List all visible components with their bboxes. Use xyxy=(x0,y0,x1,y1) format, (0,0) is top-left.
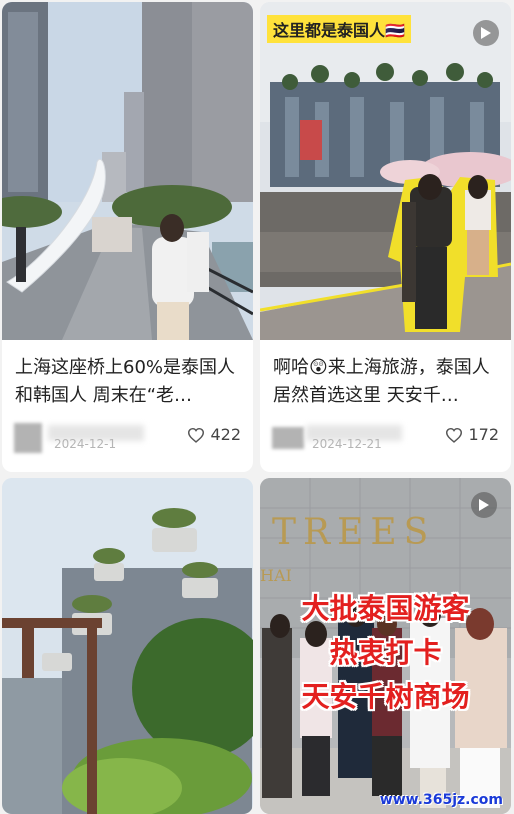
play-icon xyxy=(481,27,491,39)
mall-sign-subtext: HAI xyxy=(260,566,292,585)
mall-sign-text: TREES xyxy=(272,512,436,553)
note-cover-image-bridge[interactable] xyxy=(2,2,253,340)
cover-caption-line-3: 天安千树商场 xyxy=(301,680,470,713)
like-button[interactable]: 172 xyxy=(445,425,499,444)
note-title[interactable]: 上海这座桥上60%是泰国人和韩国人 周末在“老… xyxy=(15,354,243,410)
note-date: 2024-12-1 xyxy=(54,437,117,451)
note-card-3[interactable] xyxy=(2,478,253,814)
like-count: 422 xyxy=(210,425,241,444)
note-card-4[interactable]: TREES HAI 大批泰国游客 热衷打卡 天安千树商场 www.365jz.c… xyxy=(260,478,511,814)
like-count: 172 xyxy=(468,425,499,444)
video-badge xyxy=(471,492,497,518)
note-card-2[interactable]: 这里都是泰国人🇹🇭 啊哈😲来上海旅游，泰国人居然首选这里 天安千… 2024-1… xyxy=(260,2,511,472)
note-meta: 2024-12-21 172 xyxy=(272,423,499,453)
cover-caption-line-2: 热衷打卡 xyxy=(329,636,442,669)
note-cover-image-thousand-trees[interactable]: 这里都是泰国人🇹🇭 xyxy=(260,2,511,340)
note-cover-image-planters[interactable] xyxy=(2,478,253,814)
site-watermark: www.365jz.com xyxy=(379,792,503,808)
note-cover-image-tourists[interactable]: TREES HAI 大批泰国游客 热衷打卡 天安千树商场 www.365jz.c… xyxy=(260,478,511,814)
video-badge xyxy=(473,20,499,46)
heart-outline-icon xyxy=(188,427,205,443)
author-avatar[interactable] xyxy=(272,427,304,449)
note-card-1[interactable]: 上海这座桥上60%是泰国人和韩国人 周末在“老… 2024-12-1 422 xyxy=(2,2,253,472)
note-title[interactable]: 啊哈😲来上海旅游，泰国人居然首选这里 天安千… xyxy=(273,354,501,410)
note-date: 2024-12-21 xyxy=(312,437,382,451)
play-icon xyxy=(479,499,489,511)
cover-banner: 这里都是泰国人🇹🇭 xyxy=(267,15,411,43)
heart-outline-icon xyxy=(446,427,463,443)
cover-caption-line-1: 大批泰国游客 xyxy=(301,592,470,625)
note-meta: 2024-12-1 422 xyxy=(14,423,241,453)
like-button[interactable]: 422 xyxy=(187,425,241,444)
author-avatar[interactable] xyxy=(14,423,42,453)
